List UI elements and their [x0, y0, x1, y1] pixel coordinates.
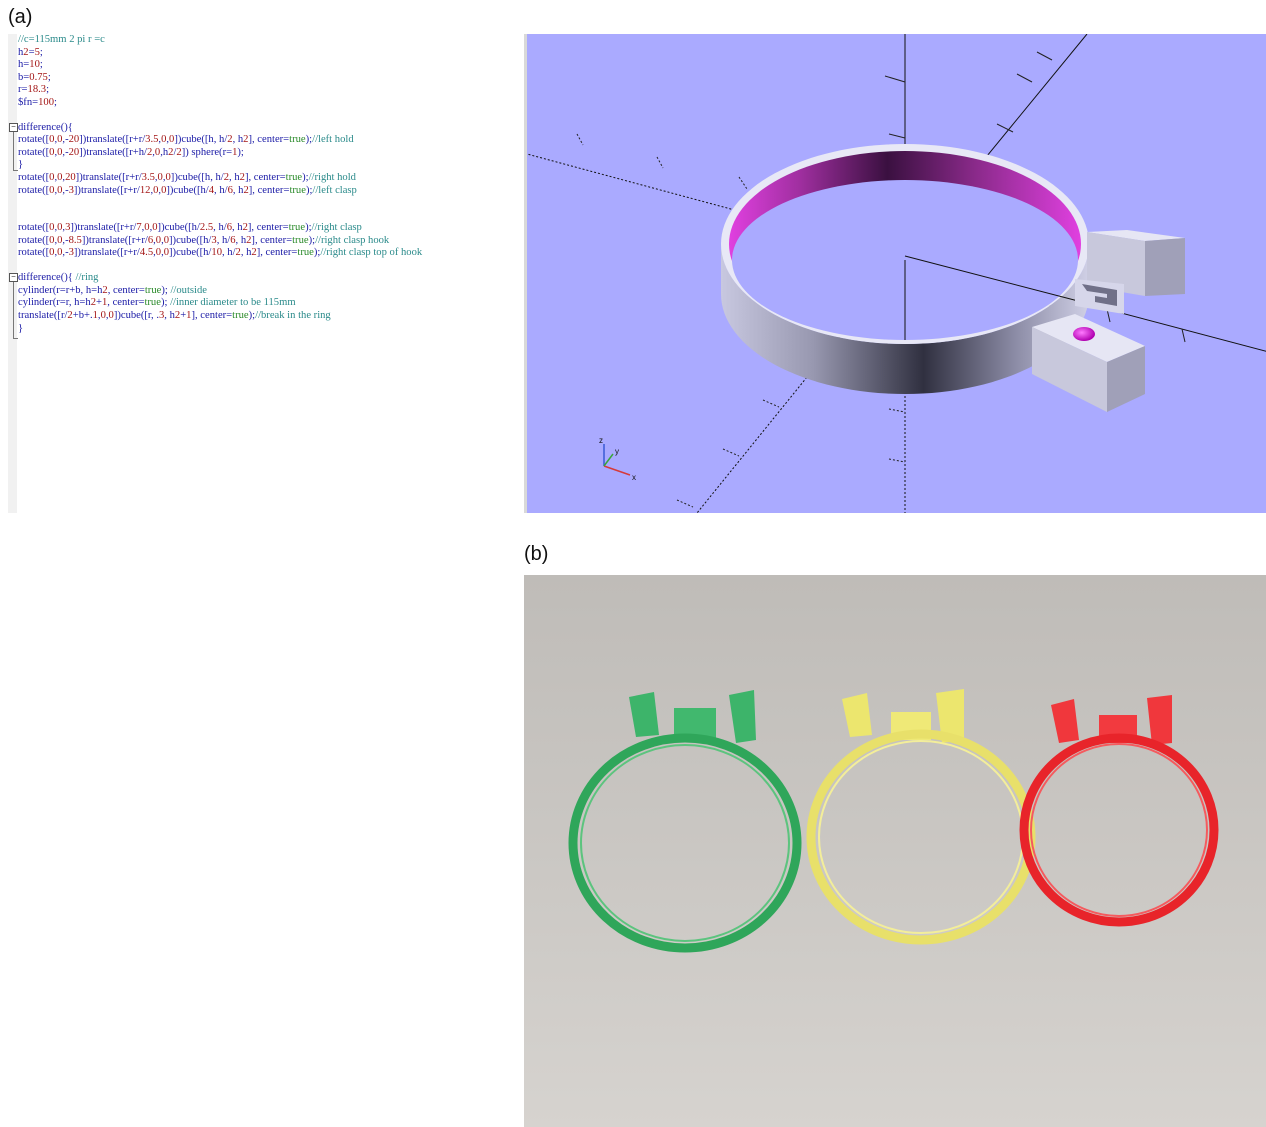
code-line[interactable]: [18, 197, 422, 210]
code-line[interactable]: //c=115mm 2 pi r =c: [18, 34, 422, 47]
code-line[interactable]: cylinder(r=r+b, h=h2, center=true); //ou…: [18, 285, 422, 298]
code-line[interactable]: cylinder(r=r, h=h2+1, center=true); //in…: [18, 297, 422, 310]
code-line[interactable]: rotate([0,0,-20])translate([r+r/3.5,0,0]…: [18, 134, 422, 147]
panel-b-label: (b): [524, 543, 549, 565]
code-line[interactable]: rotate([0,0,-3])translate([r+r/4.5,0,0])…: [18, 247, 422, 260]
fold-end-2: [13, 338, 18, 339]
code-line[interactable]: [18, 260, 422, 273]
code-line[interactable]: difference(){ //ring: [18, 272, 422, 285]
gizmo-x-label: x: [632, 473, 636, 482]
axes-gizmo: z y x: [599, 436, 636, 482]
code-editor[interactable]: − − //c=115mm 2 pi r =c h2=5; h=10; b=0.75;…: [8, 34, 518, 513]
photo-scene: [524, 575, 1266, 1127]
code-line[interactable]: $fn=100;: [18, 97, 422, 110]
code-line[interactable]: }: [18, 323, 422, 336]
code-line[interactable]: rotate([0,0,3])translate([r+r/7,0,0])cub…: [18, 222, 422, 235]
printed-rings-photo: [524, 575, 1266, 1127]
code-line[interactable]: rotate([0,0,20])translate([r+r/3.5,0,0])…: [18, 172, 422, 185]
left-hold-block: [1032, 314, 1145, 412]
fold-guide-2: [13, 282, 14, 338]
code-line[interactable]: b=0.75;: [18, 72, 422, 85]
code-line[interactable]: h2=5;: [18, 47, 422, 60]
hold-sphere-hole: [1073, 327, 1095, 341]
fold-toggle-difference-2[interactable]: −: [9, 273, 18, 282]
code-line[interactable]: difference(){: [18, 122, 422, 135]
code-text[interactable]: //c=115mm 2 pi r =c h2=5; h=10; b=0.75; r=18…: [18, 34, 422, 335]
code-line[interactable]: rotate([0,0,-8.5])translate([r+r/6,0,0])…: [18, 235, 422, 248]
code-line[interactable]: [18, 210, 422, 223]
gizmo-y-label: y: [615, 447, 619, 456]
code-line[interactable]: rotate([0,0,-20])translate([r+h/2,0,h2/2…: [18, 147, 422, 160]
gizmo-z-label: z: [599, 436, 603, 445]
3d-scene: z y x: [527, 34, 1266, 513]
code-line[interactable]: translate([r/2+b+.1,0,0])cube([r, .3, h2…: [18, 310, 422, 323]
fold-guide-1: [13, 132, 14, 170]
code-line[interactable]: rotate([0,0,-3])translate([r+r/12,0,0])c…: [18, 185, 422, 198]
3d-viewport[interactable]: z y x: [524, 34, 1266, 513]
code-line[interactable]: r=18.3;: [18, 84, 422, 97]
code-line[interactable]: [18, 109, 422, 122]
fold-toggle-difference-1[interactable]: −: [9, 123, 18, 132]
code-line[interactable]: h=10;: [18, 59, 422, 72]
code-line[interactable]: }: [18, 159, 422, 172]
panel-a-label: (a): [8, 6, 33, 28]
